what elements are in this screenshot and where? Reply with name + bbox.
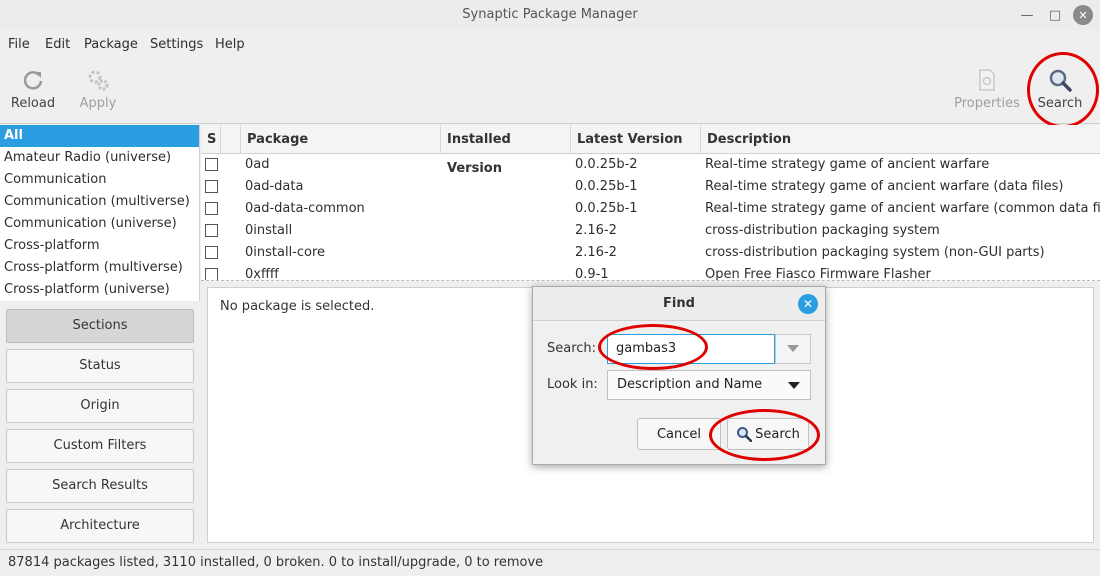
package-table: S Package Installed Version Latest Versi…	[201, 125, 1100, 281]
section-item-all[interactable]: All	[0, 125, 199, 147]
window-title: Synaptic Package Manager	[462, 7, 638, 22]
title-bar: Synaptic Package Manager — □ ✕	[0, 0, 1100, 30]
table-row[interactable]: 0ad-data 0.0.25b-1 Real-time strategy ga…	[201, 176, 1100, 198]
section-item[interactable]: Cross-platform (universe)	[0, 279, 199, 301]
search-input[interactable]: gambas3	[607, 334, 775, 364]
latest-version: 0.9-1	[575, 267, 609, 281]
install-checkbox[interactable]	[205, 246, 218, 259]
search-button[interactable]: Search	[1024, 66, 1096, 118]
section-item[interactable]: Communication (multiverse)	[0, 191, 199, 213]
latest-version: 2.16-2	[575, 223, 617, 238]
section-item[interactable]: Communication	[0, 169, 199, 191]
close-window-button[interactable]: ✕	[1073, 5, 1093, 25]
table-row[interactable]: 0ad-data-common 0.0.25b-1 Real-time stra…	[201, 198, 1100, 220]
sections-filter-button[interactable]: Sections	[6, 309, 194, 343]
column-support[interactable]	[221, 125, 241, 154]
architecture-filter-button[interactable]: Architecture	[6, 509, 194, 543]
column-status[interactable]: S	[201, 125, 221, 154]
package-description: Open Free Fiasco Firmware Flasher	[705, 267, 931, 281]
gears-icon	[62, 66, 134, 94]
section-item[interactable]: Amateur Radio (universe)	[0, 147, 199, 169]
menu-file[interactable]: File	[8, 37, 30, 52]
latest-version: 0.0.25b-2	[575, 157, 638, 172]
package-description: cross-distribution packaging system (non…	[705, 245, 1045, 260]
dialog-title: Find	[533, 287, 825, 321]
menu-settings[interactable]: Settings	[150, 37, 203, 52]
section-item[interactable]: Cross-platform (multiverse)	[0, 257, 199, 279]
search-label: Search:	[547, 341, 597, 356]
close-icon: ✕	[802, 297, 814, 311]
install-checkbox[interactable]	[205, 268, 218, 280]
column-description[interactable]: Description	[701, 125, 1100, 154]
look-in-label: Look in:	[547, 377, 598, 392]
package-description: Real-time strategy game of ancient warfa…	[705, 157, 990, 172]
table-header: S Package Installed Version Latest Versi…	[201, 125, 1100, 176]
search-results-button[interactable]: Search Results	[6, 469, 194, 503]
find-dialog: Find ✕ Search: gambas3 Look in: Descript…	[532, 286, 826, 465]
maximize-button[interactable]: □	[1045, 5, 1065, 25]
section-item[interactable]: Cross-platform	[0, 235, 199, 257]
table-row[interactable]: 0xffff 0.9-1 Open Free Fiasco Firmware F…	[201, 264, 1100, 281]
minimize-icon: —	[1020, 7, 1034, 23]
status-filter-button[interactable]: Status	[6, 349, 194, 383]
magnifier-icon	[1024, 66, 1096, 94]
section-list: All Amateur Radio (universe) Communicati…	[0, 125, 200, 301]
magnifier-icon	[737, 427, 753, 442]
minimize-button[interactable]: —	[1017, 5, 1037, 25]
search-history-dropdown[interactable]	[775, 334, 811, 364]
package-description: Real-time strategy game of ancient warfa…	[705, 201, 1100, 216]
custom-filters-button[interactable]: Custom Filters	[6, 429, 194, 463]
section-item[interactable]: Communication (universe)	[0, 213, 199, 235]
dialog-body: Search: gambas3 Look in: Description and…	[533, 322, 825, 464]
package-description: Real-time strategy game of ancient warfa…	[705, 179, 1064, 194]
status-text: 87814 packages listed, 3110 installed, 0…	[8, 555, 544, 570]
chevron-down-icon	[788, 382, 800, 389]
properties-button[interactable]: Properties	[951, 66, 1023, 118]
dialog-close-button[interactable]: ✕	[798, 294, 818, 314]
latest-version: 2.16-2	[575, 245, 617, 260]
find-search-button[interactable]: Search	[727, 418, 809, 450]
close-icon: ✕	[1078, 8, 1088, 22]
toolbar: Reload Apply Properties Search	[0, 58, 1100, 124]
install-checkbox[interactable]	[205, 158, 218, 171]
properties-icon	[951, 66, 1023, 94]
package-name: 0ad-data-common	[245, 201, 365, 216]
maximize-icon: □	[1048, 7, 1062, 23]
package-name: 0ad-data	[245, 179, 304, 194]
latest-version: 0.0.25b-1	[575, 201, 638, 216]
package-name: 0ad	[245, 157, 270, 172]
cancel-button[interactable]: Cancel	[637, 418, 721, 450]
apply-button[interactable]: Apply	[62, 66, 134, 118]
install-checkbox[interactable]	[205, 224, 218, 237]
package-name: 0install-core	[245, 245, 326, 260]
origin-filter-button[interactable]: Origin	[6, 389, 194, 423]
package-description: cross-distribution packaging system	[705, 223, 940, 238]
look-in-select[interactable]: Description and Name	[607, 370, 811, 400]
column-latest-version[interactable]: Latest Version	[571, 125, 701, 154]
install-checkbox[interactable]	[205, 180, 218, 193]
install-checkbox[interactable]	[205, 202, 218, 215]
sidebar: All Amateur Radio (universe) Communicati…	[0, 125, 200, 548]
search-button-label: Search	[755, 426, 800, 442]
table-row[interactable]: 0ad 0.0.25b-2 Real-time strategy game of…	[201, 154, 1100, 176]
menu-package[interactable]: Package	[84, 37, 138, 52]
menu-edit[interactable]: Edit	[45, 37, 70, 52]
latest-version: 0.0.25b-1	[575, 179, 638, 194]
package-name: 0install	[245, 223, 293, 238]
reload-icon	[0, 66, 69, 94]
menu-help[interactable]: Help	[215, 37, 245, 52]
menu-bar: File Edit Package Settings Help	[0, 32, 1100, 56]
reload-button[interactable]: Reload	[0, 66, 69, 118]
column-installed-version[interactable]: Installed Version	[441, 125, 571, 176]
look-in-value: Description and Name	[617, 377, 763, 392]
no-selection-message: No package is selected.	[220, 299, 375, 314]
table-row[interactable]: 0install 2.16-2 cross-distribution packa…	[201, 220, 1100, 242]
package-name: 0xffff	[245, 267, 279, 281]
status-bar: 87814 packages listed, 3110 installed, 0…	[0, 549, 1100, 576]
table-row[interactable]: 0install-core 2.16-2 cross-distribution …	[201, 242, 1100, 264]
chevron-down-icon	[787, 345, 799, 352]
column-package[interactable]: Package	[241, 125, 441, 154]
